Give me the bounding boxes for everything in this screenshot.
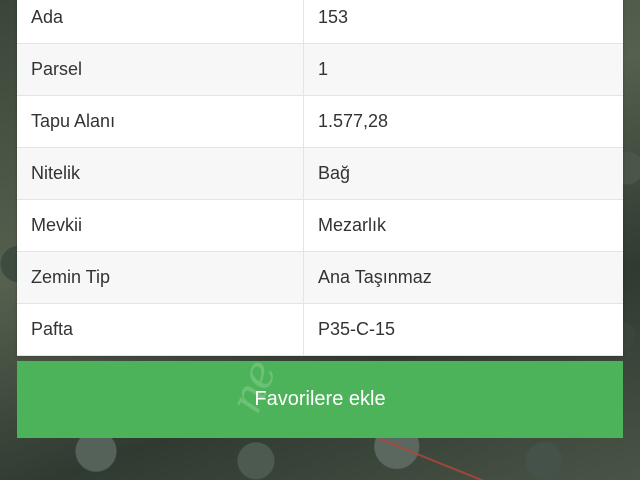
zemin-tip-value: Ana Taşınmaz (303, 251, 623, 304)
add-to-favorites-button[interactable]: Favorilere ekle (17, 361, 623, 438)
pafta-value: P35-C-15 (303, 303, 623, 356)
mevkii-label: Mevkii (17, 199, 304, 252)
table-row: Pafta P35-C-15 (17, 303, 623, 356)
zemin-tip-label: Zemin Tip (17, 251, 304, 304)
parsel-value: 1 (303, 43, 623, 96)
pafta-label: Pafta (17, 303, 304, 356)
table-row: Zemin Tip Ana Taşınmaz (17, 251, 623, 304)
table-row: Parsel 1 (17, 43, 623, 96)
table-row: Ada 153 (17, 0, 623, 44)
nitelik-value: Bağ (303, 147, 623, 200)
table-row: Nitelik Bağ (17, 147, 623, 200)
parcel-info-table: Ada 153 Parsel 1 Tapu Alanı 1.577,28 Nit… (17, 0, 623, 356)
ada-value: 153 (303, 0, 623, 44)
table-row: Mevkii Mezarlık (17, 199, 623, 252)
table-row: Tapu Alanı 1.577,28 (17, 95, 623, 148)
map-background-road (379, 438, 529, 480)
parcel-info-card: Ada 153 Parsel 1 Tapu Alanı 1.577,28 Nit… (17, 0, 623, 356)
parsel-label: Parsel (17, 43, 304, 96)
tapu-alani-label: Tapu Alanı (17, 95, 304, 148)
nitelik-label: Nitelik (17, 147, 304, 200)
ada-label: Ada (17, 0, 304, 44)
tapu-alani-value: 1.577,28 (303, 95, 623, 148)
mevkii-value: Mezarlık (303, 199, 623, 252)
